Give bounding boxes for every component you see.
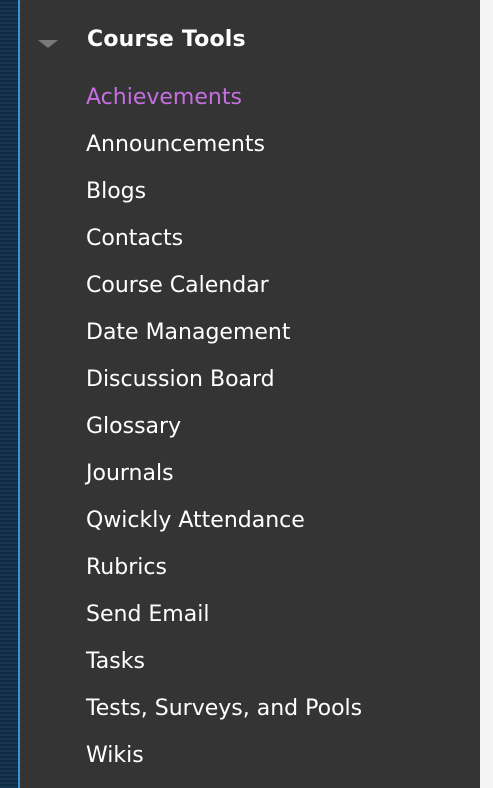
course-tool-label: Send Email <box>86 602 210 627</box>
course-tool-label: Date Management <box>86 320 291 345</box>
app-frame: Course Tools Achievements Announcements … <box>0 0 493 788</box>
course-tool-item-discussion-board[interactable]: Discussion Board <box>20 356 480 403</box>
course-tool-label: Glossary <box>86 414 182 439</box>
course-tool-item-journals[interactable]: Journals <box>20 450 480 497</box>
course-tool-item-date-management[interactable]: Date Management <box>20 309 480 356</box>
course-tool-item-send-email[interactable]: Send Email <box>20 591 480 638</box>
course-tool-item-glossary[interactable]: Glossary <box>20 403 480 450</box>
course-tool-label: Tasks <box>86 649 145 674</box>
course-tools-list: Achievements Announcements Blogs Contact… <box>20 74 480 779</box>
course-tool-item-achievements[interactable]: Achievements <box>20 74 480 121</box>
course-tool-label: Journals <box>86 461 174 486</box>
left-edge-strip <box>0 0 20 788</box>
course-tool-item-contacts[interactable]: Contacts <box>20 215 480 262</box>
course-tool-item-tasks[interactable]: Tasks <box>20 638 480 685</box>
course-tool-item-blogs[interactable]: Blogs <box>20 168 480 215</box>
course-tool-label: Discussion Board <box>86 367 275 392</box>
course-tool-item-rubrics[interactable]: Rubrics <box>20 544 480 591</box>
chevron-down-icon[interactable] <box>38 40 58 48</box>
course-tool-label: Wikis <box>86 743 144 768</box>
course-tool-label: Tests, Surveys, and Pools <box>86 696 363 721</box>
course-tool-item-wikis[interactable]: Wikis <box>20 732 480 779</box>
course-tool-item-tests-surveys-pools[interactable]: Tests, Surveys, and Pools <box>20 685 480 732</box>
course-tools-panel: Course Tools Achievements Announcements … <box>20 0 480 788</box>
course-tool-label: Blogs <box>86 179 147 204</box>
course-tool-label: Announcements <box>86 132 265 157</box>
course-tool-label: Qwickly Attendance <box>86 508 305 533</box>
course-tool-item-course-calendar[interactable]: Course Calendar <box>20 262 480 309</box>
course-tool-item-qwickly-attendance[interactable]: Qwickly Attendance <box>20 497 480 544</box>
course-tools-title: Course Tools <box>87 27 246 52</box>
course-tool-label: Course Calendar <box>86 273 269 298</box>
course-tool-label: Contacts <box>86 226 184 251</box>
course-tool-item-announcements[interactable]: Announcements <box>20 121 480 168</box>
right-edge-background <box>480 0 493 788</box>
course-tools-header[interactable]: Course Tools <box>20 21 480 61</box>
course-tool-label: Rubrics <box>86 555 167 580</box>
course-tool-label: Achievements <box>86 85 242 110</box>
